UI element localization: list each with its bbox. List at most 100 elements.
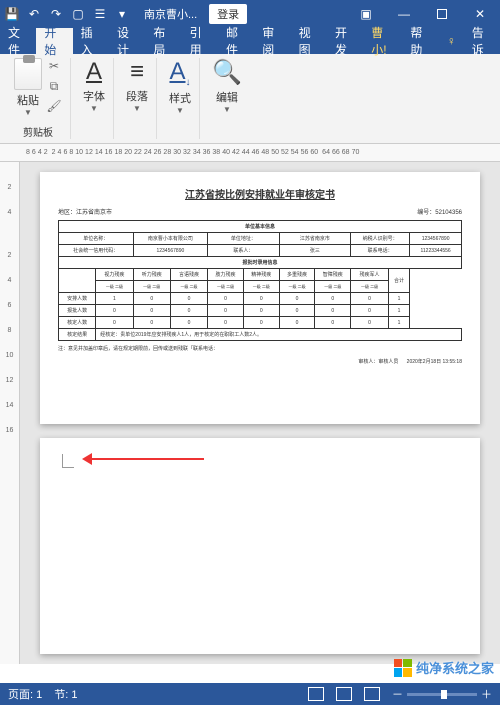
zoom-in-button[interactable]: ＋ bbox=[481, 686, 492, 702]
tell-me-icon[interactable]: ♀ bbox=[439, 28, 464, 54]
font-button[interactable]: A 字体 ▼ bbox=[83, 58, 105, 113]
cell: 联系电话： bbox=[351, 245, 410, 257]
login-button[interactable]: 登录 bbox=[209, 4, 247, 24]
paste-icon bbox=[14, 58, 42, 90]
data-cell: 0 bbox=[170, 305, 207, 317]
document-area: 24246810121416 江苏省按比例安排就业年审核定书 地区：江苏省南京市… bbox=[0, 162, 500, 664]
total-cell: 1 bbox=[388, 293, 409, 305]
status-section[interactable]: 节: 1 bbox=[54, 686, 77, 702]
tab-tellme[interactable]: 告诉 bbox=[464, 28, 500, 54]
doc-meta: 地区：江苏省南京市 编号：52104356 bbox=[58, 207, 462, 216]
tab-developer[interactable]: 开发 bbox=[327, 28, 363, 54]
tab-help[interactable]: 帮助 bbox=[402, 28, 438, 54]
chevron-down-icon: ▼ bbox=[223, 105, 231, 114]
ruler-vertical[interactable]: 24246810121416 bbox=[0, 162, 20, 664]
styles-button[interactable]: A↓ 样式 ▼ bbox=[169, 58, 191, 115]
tab-insert[interactable]: 插入 bbox=[73, 28, 109, 54]
data-cell: 0 bbox=[351, 293, 389, 305]
chevron-down-icon: ▼ bbox=[90, 104, 98, 113]
cell: 11223344556 bbox=[410, 245, 462, 257]
tab-file[interactable]: 文件 bbox=[0, 28, 36, 54]
group-editing: 🔍 编辑 ▼ bbox=[204, 58, 250, 139]
signer: 审核人：审核人员 bbox=[358, 359, 398, 365]
tab-addin[interactable]: 曹小! bbox=[363, 28, 402, 54]
total-cell: 1 bbox=[388, 305, 409, 317]
maximize-button[interactable] bbox=[426, 2, 458, 26]
ribbon-tabs: 文件 开始 插入 设计 布局 引用 邮件 审阅 视图 开发 曹小! 帮助 ♀ 告… bbox=[0, 28, 500, 54]
tab-home[interactable]: 开始 bbox=[36, 28, 72, 54]
tab-layout[interactable]: 布局 bbox=[145, 28, 181, 54]
redo-icon[interactable]: ↷ bbox=[48, 6, 64, 22]
dis-subheader: 一级 二级 bbox=[243, 281, 279, 293]
ruler-horizontal[interactable]: 8642246810121416182022242628303234363840… bbox=[0, 144, 500, 162]
text-cursor[interactable] bbox=[62, 454, 74, 468]
qat-more-icon[interactable]: ▾ bbox=[114, 6, 130, 22]
zoom-thumb[interactable] bbox=[441, 690, 447, 699]
tab-design[interactable]: 设计 bbox=[109, 28, 145, 54]
dis-header: 肢力残疾 bbox=[208, 269, 244, 281]
dis-subheader: 一级 二级 bbox=[351, 281, 389, 293]
cut-icon[interactable]: ✂ bbox=[46, 58, 62, 74]
tab-mailings[interactable]: 邮件 bbox=[218, 28, 254, 54]
data-cell: 0 bbox=[243, 293, 279, 305]
format-painter-icon[interactable]: 🖌 bbox=[46, 98, 62, 114]
cell: 联系人： bbox=[208, 245, 280, 257]
document-title: 南京曹小... bbox=[144, 6, 197, 22]
data-cell: 0 bbox=[96, 317, 133, 329]
paste-button[interactable]: 粘贴 ▼ bbox=[14, 58, 42, 117]
new-icon[interactable]: ▢ bbox=[70, 6, 86, 22]
form-table: 单位基本信息 单位名称： 南京曹小本有限公司 单位地址： 江苏省南京市 纳税人识… bbox=[58, 220, 462, 341]
chevron-down-icon: ▼ bbox=[24, 108, 32, 117]
data-cell: 0 bbox=[96, 305, 133, 317]
dis-header: 言语残疾 bbox=[170, 269, 207, 281]
section-1-header: 单位基本信息 bbox=[59, 221, 462, 233]
ribbon: 粘贴 ▼ ✂ ⧉ 🖌 剪贴板 A 字体 ▼ ≡ 段落 ▼ A↓ 样式 ▼ bbox=[0, 54, 500, 144]
zoom-slider[interactable] bbox=[407, 693, 477, 696]
undo-icon[interactable]: ↶ bbox=[26, 6, 42, 22]
group-font: A 字体 ▼ bbox=[75, 58, 114, 139]
save-icon[interactable]: 💾 bbox=[4, 6, 20, 22]
view-print-icon[interactable] bbox=[336, 687, 352, 701]
group-paragraph: ≡ 段落 ▼ bbox=[118, 58, 157, 139]
cell: 社会统一信用代码： bbox=[59, 245, 134, 257]
zoom-out-button[interactable]: － bbox=[392, 686, 403, 702]
sign-date: 2020年2月18日 13:55:18 bbox=[407, 359, 462, 365]
view-web-icon[interactable] bbox=[364, 687, 380, 701]
copy-icon[interactable]: ⧉ bbox=[46, 78, 62, 94]
view-read-icon[interactable] bbox=[308, 687, 324, 701]
ribbon-options-icon[interactable]: ▣ bbox=[350, 2, 382, 26]
row-label: 安排人数 bbox=[59, 293, 96, 305]
data-cell: 0 bbox=[315, 305, 351, 317]
watermark-text: 纯净系统之家 bbox=[416, 658, 494, 677]
meta-region: 地区：江苏省南京市 bbox=[58, 207, 112, 216]
dis-subheader: 一级 二级 bbox=[170, 281, 207, 293]
dis-subheader: 一级 二级 bbox=[96, 281, 133, 293]
status-bar: 页面: 1 节: 1 － ＋ bbox=[0, 683, 500, 705]
touch-icon[interactable]: ☰ bbox=[92, 6, 108, 22]
remark-text: 经核定：贵单位2019年应安排残疾人1人，用于核定的在职职工人数2人。 bbox=[96, 329, 462, 341]
cell: 江苏省南京市 bbox=[279, 233, 351, 245]
minimize-button[interactable]: — bbox=[388, 2, 420, 26]
dis-subheader: 一级 二级 bbox=[315, 281, 351, 293]
tab-references[interactable]: 引用 bbox=[182, 28, 218, 54]
styles-label: 样式 bbox=[169, 90, 191, 106]
dis-header: 合计 bbox=[388, 269, 409, 293]
tab-view[interactable]: 视图 bbox=[291, 28, 327, 54]
page-scroll[interactable]: 江苏省按比例安排就业年审核定书 地区：江苏省南京市 编号：52104356 单位… bbox=[20, 162, 500, 664]
data-cell: 0 bbox=[279, 293, 315, 305]
paragraph-button[interactable]: ≡ 段落 ▼ bbox=[126, 58, 148, 113]
dis-header: 智障残疾 bbox=[315, 269, 351, 281]
tab-review[interactable]: 审阅 bbox=[254, 28, 290, 54]
data-cell: 0 bbox=[208, 317, 244, 329]
data-cell: 0 bbox=[170, 293, 207, 305]
status-page[interactable]: 页面: 1 bbox=[8, 686, 42, 702]
data-cell: 0 bbox=[208, 305, 244, 317]
editing-button[interactable]: 🔍 编辑 ▼ bbox=[212, 58, 242, 114]
dis-header: 残疾军人 bbox=[351, 269, 389, 281]
section-2-header: 报批时录用信息 bbox=[59, 257, 462, 269]
page-1: 江苏省按比例安排就业年审核定书 地区：江苏省南京市 编号：52104356 单位… bbox=[40, 172, 480, 424]
cell: 南京曹小本有限公司 bbox=[133, 233, 208, 245]
dis-header: 多重残疾 bbox=[279, 269, 315, 281]
close-button[interactable]: ✕ bbox=[464, 2, 496, 26]
data-cell: 0 bbox=[133, 317, 170, 329]
